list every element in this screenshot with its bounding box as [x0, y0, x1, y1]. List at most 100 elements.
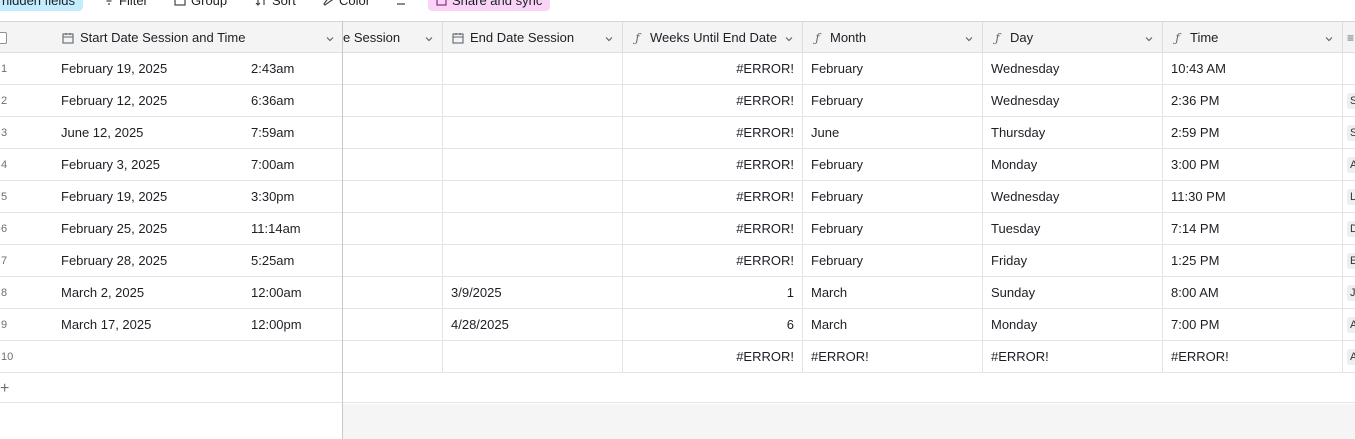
weeks-cell[interactable]: #ERROR! [623, 245, 803, 276]
month-cell[interactable]: March [803, 309, 983, 340]
time-cell[interactable]: 2:36 PM [1163, 85, 1343, 116]
weeks-cell[interactable]: #ERROR! [623, 85, 803, 116]
chevron-down-icon[interactable] [604, 32, 614, 47]
table-row[interactable]: 4 February 3, 2025 7:00am #ERROR! February Mo… [0, 149, 1355, 181]
weeks-cell[interactable]: #ERROR! [623, 341, 803, 372]
session-cell[interactable] [343, 213, 443, 244]
column-header-session[interactable]: e Session [343, 22, 443, 53]
end-date-cell[interactable] [443, 181, 623, 212]
start-time-cell[interactable]: 12:00pm [243, 309, 343, 340]
chevron-down-icon[interactable] [1324, 32, 1334, 47]
month-cell[interactable]: June [803, 117, 983, 148]
end-date-cell[interactable] [443, 245, 623, 276]
start-date-cell[interactable]: February 19, 2025 [53, 53, 243, 84]
day-cell[interactable]: Thursday [983, 117, 1163, 148]
day-cell[interactable]: Tuesday [983, 213, 1163, 244]
start-time-cell[interactable]: 6:36am [243, 85, 343, 116]
start-date-cell[interactable]: February 25, 2025 [53, 213, 243, 244]
time-cell[interactable]: 8:00 AM [1163, 277, 1343, 308]
month-cell[interactable]: February [803, 53, 983, 84]
time-cell[interactable]: 3:00 PM [1163, 149, 1343, 180]
session-cell[interactable] [343, 309, 443, 340]
table-row[interactable]: 3 June 12, 2025 7:59am #ERROR! June Thursday 2… [0, 117, 1355, 149]
table-row[interactable]: 5 February 19, 2025 3:30pm #ERROR! February W… [0, 181, 1355, 213]
session-cell[interactable] [343, 181, 443, 212]
time-cell[interactable]: 10:43 AM [1163, 53, 1343, 84]
end-date-cell[interactable] [443, 117, 623, 148]
column-header-weeks[interactable]: ƒ Weeks Until End Date [623, 22, 803, 53]
column-header-start-date[interactable]: Start Date Session and Time [53, 22, 343, 53]
column-header-next[interactable]: ≡ [1343, 22, 1355, 53]
chevron-down-icon[interactable] [964, 32, 974, 47]
linked-record-chip[interactable]: A [1347, 157, 1355, 173]
time-cell[interactable]: 7:00 PM [1163, 309, 1343, 340]
session-cell[interactable] [343, 149, 443, 180]
table-row[interactable]: 6 February 25, 2025 11:14am #ERROR! February… [0, 213, 1355, 245]
end-date-cell[interactable]: 4/28/2025 [443, 309, 623, 340]
start-time-cell[interactable]: 11:14am [243, 213, 343, 244]
month-cell[interactable]: February [803, 181, 983, 212]
month-cell[interactable]: March [803, 277, 983, 308]
chevron-down-icon[interactable] [424, 32, 434, 47]
day-cell[interactable]: Wednesday [983, 85, 1163, 116]
sort-button[interactable]: Sort [255, 0, 296, 11]
linked-record-chip[interactable]: A [1347, 317, 1355, 333]
row-height-button[interactable] [396, 0, 415, 11]
color-button[interactable]: Color [322, 0, 370, 11]
day-cell[interactable]: Monday [983, 309, 1163, 340]
column-header-time[interactable]: ƒ Time [1163, 22, 1343, 53]
weeks-cell[interactable]: #ERROR! [623, 53, 803, 84]
day-cell[interactable]: Sunday [983, 277, 1163, 308]
time-cell[interactable]: 2:59 PM [1163, 117, 1343, 148]
share-sync-button[interactable]: Share and sync [428, 0, 551, 11]
column-header-day[interactable]: ƒ Day [983, 22, 1163, 53]
month-cell[interactable]: February [803, 245, 983, 276]
weeks-cell[interactable]: 1 [623, 277, 803, 308]
month-cell[interactable]: February [803, 213, 983, 244]
linked-record-chip[interactable]: L [1347, 189, 1355, 205]
column-header-end-date[interactable]: End Date Session [443, 22, 623, 53]
frozen-column-divider[interactable] [342, 21, 343, 439]
start-date-cell[interactable]: June 12, 2025 [53, 117, 243, 148]
start-date-cell[interactable]: February 12, 2025 [53, 85, 243, 116]
end-date-cell[interactable] [443, 53, 623, 84]
table-row[interactable]: 8 March 2, 2025 12:00am 3/9/2025 1 March Sunda… [0, 277, 1355, 309]
month-cell[interactable]: February [803, 85, 983, 116]
day-cell[interactable]: #ERROR! [983, 341, 1163, 372]
start-time-cell[interactable] [243, 341, 343, 372]
day-cell[interactable]: Monday [983, 149, 1163, 180]
hidden-fields-button[interactable]: hidden fields [0, 0, 83, 11]
linked-record-chip[interactable]: J [1347, 285, 1355, 301]
start-date-cell[interactable] [53, 341, 243, 372]
start-date-cell[interactable]: March 2, 2025 [53, 277, 243, 308]
linked-record-chip[interactable]: A [1347, 349, 1355, 365]
linked-record-chip[interactable]: S [1347, 93, 1355, 109]
session-cell[interactable] [343, 341, 443, 372]
weeks-cell[interactable]: #ERROR! [623, 181, 803, 212]
column-header-month[interactable]: ƒ Month [803, 22, 983, 53]
chevron-down-icon[interactable] [784, 32, 794, 47]
start-date-cell[interactable]: February 3, 2025 [53, 149, 243, 180]
time-cell[interactable]: 11:30 PM [1163, 181, 1343, 212]
month-cell[interactable]: February [803, 149, 983, 180]
session-cell[interactable] [343, 117, 443, 148]
chevron-down-icon[interactable] [1144, 32, 1154, 47]
start-date-cell[interactable]: March 17, 2025 [53, 309, 243, 340]
group-button[interactable]: Group [174, 0, 227, 11]
time-cell[interactable]: #ERROR! [1163, 341, 1343, 372]
start-time-cell[interactable]: 7:00am [243, 149, 343, 180]
chevron-down-icon[interactable] [325, 32, 335, 47]
table-row[interactable]: 1 February 19, 2025 2:43am #ERROR! February W… [0, 53, 1355, 85]
start-date-cell[interactable]: February 19, 2025 [53, 181, 243, 212]
linked-record-chip[interactable]: E [1347, 253, 1355, 269]
linked-record-chip[interactable]: S [1347, 125, 1355, 141]
day-cell[interactable]: Friday [983, 245, 1163, 276]
table-row[interactable]: 9 March 17, 2025 12:00pm 4/28/2025 6 March Mon… [0, 309, 1355, 341]
session-cell[interactable] [343, 53, 443, 84]
end-date-cell[interactable] [443, 149, 623, 180]
start-date-cell[interactable]: February 28, 2025 [53, 245, 243, 276]
filter-button[interactable]: Filter [104, 0, 148, 11]
select-all-checkbox[interactable] [0, 32, 7, 44]
start-time-cell[interactable]: 3:30pm [243, 181, 343, 212]
start-time-cell[interactable]: 2:43am [243, 53, 343, 84]
